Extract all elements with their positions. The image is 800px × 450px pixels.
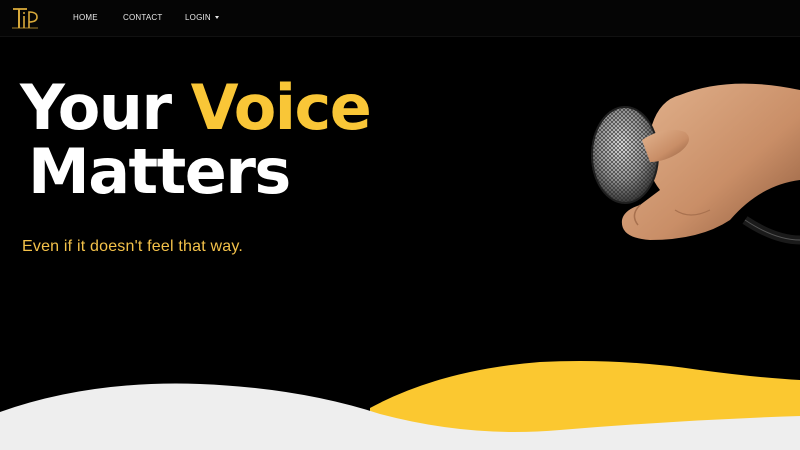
caret-down-icon — [214, 16, 219, 19]
nav-login-dropdown[interactable]: LOGIN — [185, 13, 219, 22]
tip-logo[interactable] — [10, 4, 40, 32]
decorative-waves — [0, 361, 800, 450]
nav-login-label: LOGIN — [185, 13, 211, 22]
hand-holding-microphone-image — [591, 83, 800, 245]
landing-page: HOME CONTACT LOGIN Your Voice Matters Ev… — [0, 0, 800, 450]
hero-headline: Your Voice Matters — [20, 76, 372, 208]
headline-word-your: Your — [20, 71, 172, 144]
nav-contact-link[interactable]: CONTACT — [123, 13, 162, 22]
headline-word-voice: Voice — [190, 71, 372, 144]
nav-home-link[interactable]: HOME — [73, 13, 98, 22]
top-navbar: HOME CONTACT LOGIN — [0, 0, 800, 37]
hero-tagline: Even if it doesn't feel that way. — [22, 238, 244, 255]
headline-word-matters: Matters — [28, 135, 291, 208]
